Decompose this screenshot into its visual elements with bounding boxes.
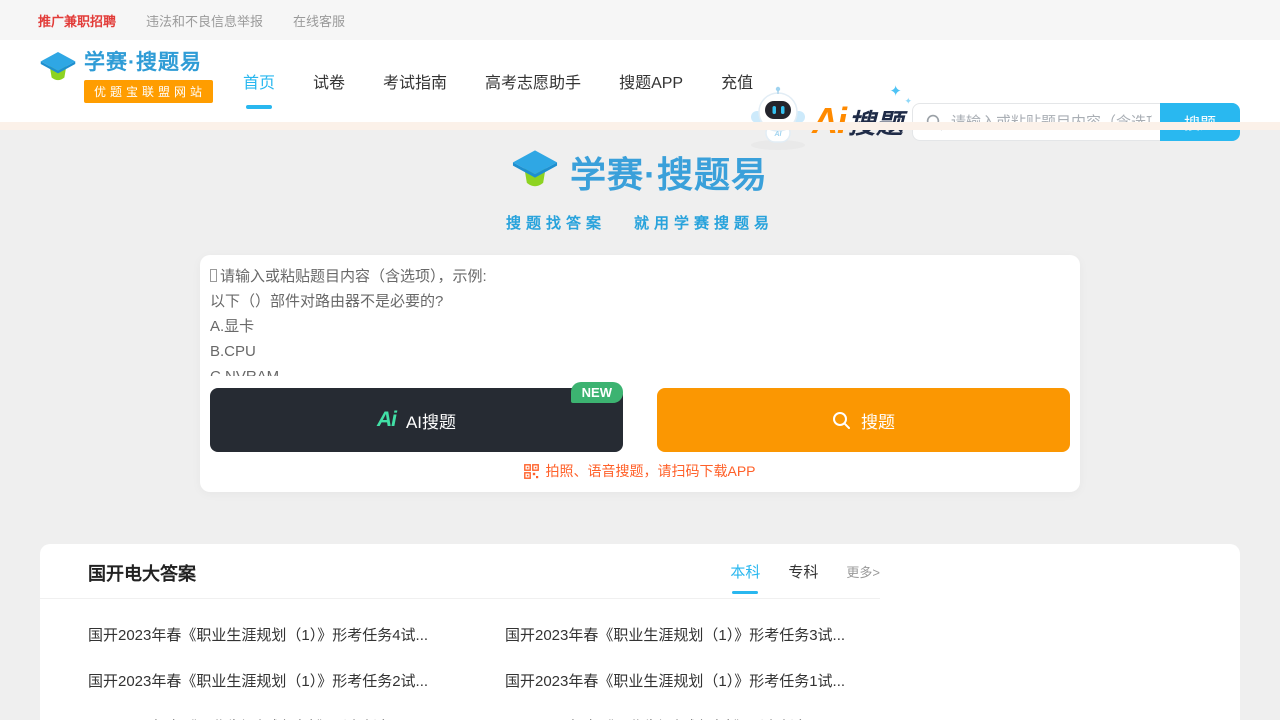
answer-link[interactable]: 国开2023年春《职业生涯规划（1）》形考任务2试... [88,659,505,705]
question-textarea[interactable]: 请输入或粘贴题目内容（含选项），示例: 以下（）部件对路由器不是必要的? A.显… [210,264,1070,376]
tagline-part-a: 搜题找答案 [506,212,606,233]
search-icon [832,411,851,430]
example-line: B.CPU [210,339,1070,364]
ai-search-button[interactable]: Ai AI搜题 NEW [210,388,623,452]
missing-glyph-box [210,269,217,282]
header-accent-strip [0,122,1280,130]
answer-link[interactable]: 国开2023年春《职业生涯规划（1）》形考任务1试... [505,659,922,705]
main-header: 学赛·搜题易 优题宝联盟网站 首页 试卷 考试指南 高考志愿助手 搜题APP 充… [0,40,1280,122]
answer-link[interactable]: 国开2023年春《职业生涯规划（1）》形考任务3试... [505,613,922,659]
example-line: 以下（）部件对路由器不是必要的? [210,289,1070,314]
graduation-cap-icon-large [512,148,558,196]
nav-papers[interactable]: 试卷 [311,61,347,101]
link-online-service[interactable]: 在线客服 [293,11,345,30]
sparkle-icon-small: ✦ [904,96,912,107]
nav-home[interactable]: 首页 [241,61,277,101]
main-nav: 首页 试卷 考试指南 高考志愿助手 搜题APP 充值 [241,40,755,122]
tab-more-link[interactable]: 更多> [846,562,880,581]
answer-link[interactable]: 国开2023年春《职业生涯规划（1）》形考任务4试... [88,613,505,659]
graduation-cap-icon [40,50,76,89]
mascot-label: 搜题 [848,102,904,141]
new-badge: NEW [571,382,623,403]
ai-search-label: AI搜题 [406,408,456,433]
nav-exam-guide[interactable]: 考试指南 [381,61,449,101]
guokai-answers-card: 国开电大答案 本科 专科 更多> 国开2023年春《职业生涯规划（1）》形考任务… [40,544,1240,720]
answers-tabs: 本科 专科 更多> [730,544,880,598]
top-utility-bar: 推广兼职招聘 违法和不良信息举报 在线客服 [0,0,1280,40]
search-panel: 请输入或粘贴题目内容（含选项），示例: 以下（）部件对路由器不是必要的? A.显… [200,255,1080,492]
tab-undergraduate[interactable]: 本科 [730,561,760,582]
mascot-ai-wordmark: Ai [812,100,846,142]
answers-list: 国开2023年春《职业生涯规划（1）》形考任务4试... 国开2023年春《职业… [40,599,1240,720]
section-title: 国开电大答案 [88,560,196,586]
answer-link[interactable]: 国开2023年春《职业生涯规划（1）》形考任务... [88,705,505,720]
answer-link[interactable]: 国开2023年春《职业生涯规划（1）》形考任务... [505,705,922,720]
app-download-caption: 拍照、语音搜题，请扫码下载APP [200,461,1080,481]
site-title: 学赛·搜题易 [84,50,213,76]
hero-title: 学赛·搜题易 [570,146,768,198]
search-buttons-row: Ai AI搜题 NEW 搜题 [210,388,1070,452]
tab-active-underline [732,591,758,594]
search-label: 搜题 [861,408,895,433]
hero-tagline: 搜题找答案 就用学赛搜题易 [0,212,1280,233]
nav-active-underline [246,105,272,109]
site-badge: 优题宝联盟网站 [84,80,213,103]
sparkle-icon: ✦ [889,82,902,100]
nav-home-label: 首页 [243,75,275,92]
svg-text:AI: AI [774,131,783,138]
ai-logo-icon: Ai [377,408,396,432]
nav-app[interactable]: 搜题APP [617,61,685,101]
tab-college[interactable]: 专科 [788,561,818,582]
answers-header: 国开电大答案 本科 专科 更多> [40,544,880,598]
example-line: C.NVRAM [210,364,1070,376]
site-logo[interactable]: 学赛·搜题易 优题宝联盟网站 [40,50,213,103]
link-report-illegal[interactable]: 违法和不良信息举报 [146,11,263,30]
page: 推广兼职招聘 违法和不良信息举报 在线客服 学赛·搜题易 优题宝联盟网站 首页 [0,0,1280,720]
qr-code-icon [524,464,539,479]
link-promo-jobs[interactable]: 推广兼职招聘 [38,11,116,30]
hero-logo: 学赛·搜题易 [0,146,1280,198]
tab-undergraduate-label: 本科 [730,564,760,581]
caption-text: 拍照、语音搜题，请扫码下载APP [545,461,755,481]
tagline-part-b: 就用学赛搜题易 [634,212,774,233]
example-line: A.显卡 [210,314,1070,339]
search-button[interactable]: 搜题 [657,388,1070,452]
example-line: 请输入或粘贴题目内容（含选项），示例: [210,264,1070,289]
nav-gaokao-helper[interactable]: 高考志愿助手 [483,61,583,101]
